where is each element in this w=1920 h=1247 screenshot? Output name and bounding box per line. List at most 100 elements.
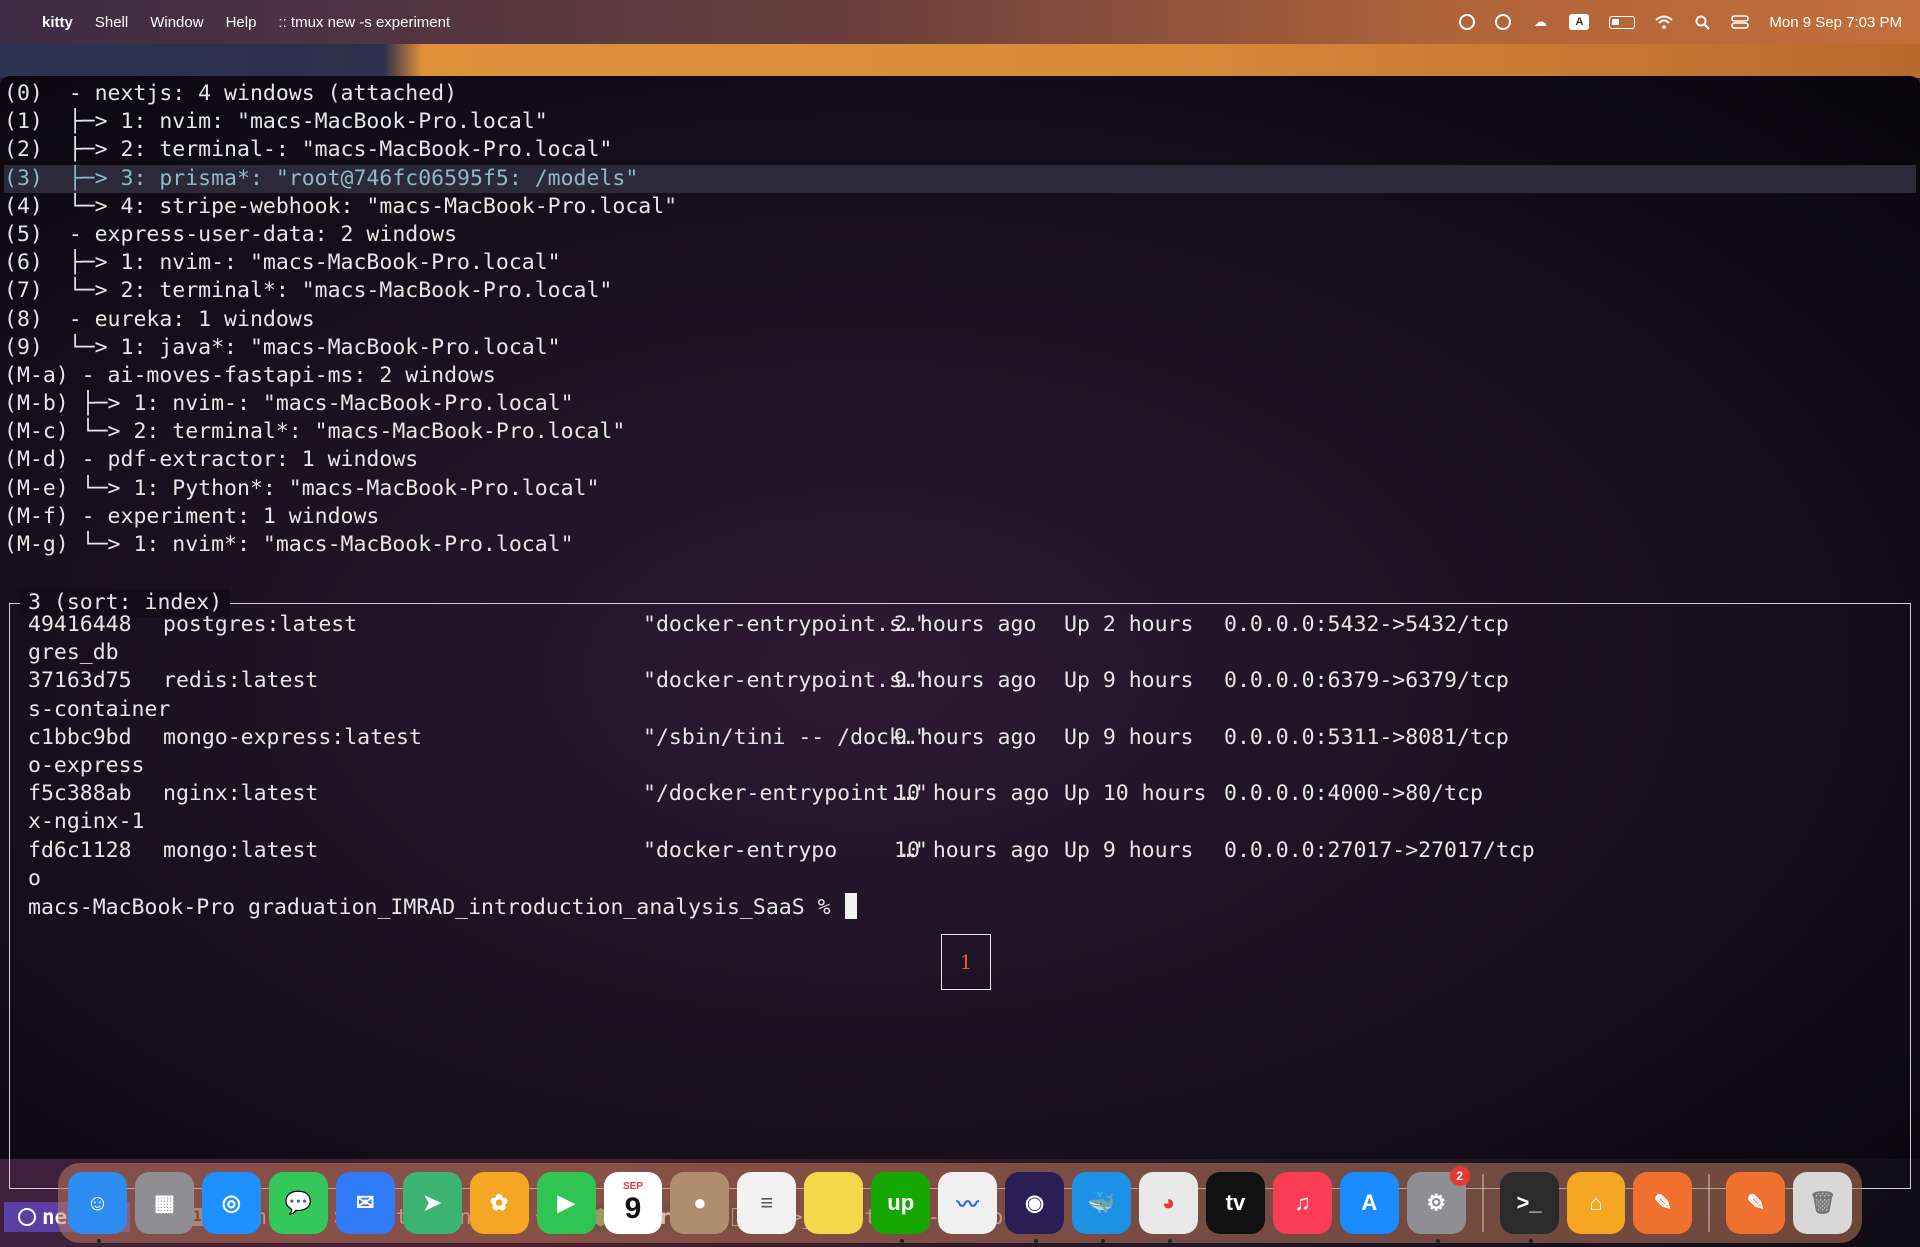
calendar-icon[interactable]: SEP 9 — [603, 1172, 663, 1234]
messages-icon[interactable]: 💬 — [268, 1172, 328, 1234]
container-created: 9 hours ago — [894, 724, 1037, 750]
container-image: mongo:latest — [163, 837, 319, 863]
dock: ☺ ▦ ◎ 💬 ✉ ➤ ✿ ▶ SEP 9 ● ≡ up 〰 ◉ 🐳 ◕ tv … — [58, 1163, 1862, 1243]
container-created: 10 hours ago — [894, 837, 1050, 863]
container-name-wrap: s-container — [28, 696, 171, 722]
app-menu-kitty[interactable]: kitty — [42, 14, 73, 31]
tree-item[interactable]: (M-g) └─> 1: nvim*: "macs-MacBook-Pro.lo… — [4, 531, 1916, 559]
input-source-icon[interactable]: A — [1569, 14, 1590, 30]
session-tree[interactable]: (0) - nextjs: 4 windows (attached) (1) ├─… — [4, 80, 1916, 559]
menu-shell[interactable]: Shell — [95, 14, 128, 31]
container-list: 49416448 postgres:latest "docker-entrypoin… — [28, 611, 1898, 921]
notes-icon[interactable] — [804, 1172, 864, 1234]
tree-item[interactable]: (M-a) - ai-moves-fastapi-ms: 2 windows — [4, 362, 1916, 390]
container-name-wrap: gres_db — [28, 640, 119, 666]
container-id: f5c388ab — [28, 781, 132, 807]
launchpad-icon[interactable]: ▦ — [134, 1172, 194, 1234]
container-image: postgres:latest — [163, 612, 358, 637]
maps-icon[interactable]: ➤ — [402, 1172, 462, 1234]
container-name-wrap: o-express — [28, 752, 145, 778]
container-id: fd6c1128 — [28, 837, 132, 863]
menu-bar: kitty Shell Window Help :: tmux new -s e… — [0, 0, 1920, 44]
trash-icon[interactable]: 🗑 — [1793, 1172, 1853, 1234]
container-ports: 0.0.0.0:5311->8081/tcp — [1224, 724, 1509, 750]
text-cursor — [845, 892, 858, 919]
kitty-terminal-icon[interactable]: >_ — [1499, 1172, 1559, 1243]
tree-item[interactable]: (5) - express-user-data: 2 windows — [4, 221, 1916, 249]
photos-icon[interactable]: ✿ — [469, 1172, 529, 1234]
tree-item[interactable]: (3) ├─> 3: prisma*: "root@746fc06595f5: … — [4, 164, 1916, 193]
tree-item[interactable]: (M-f) - experiment: 1 windows — [4, 503, 1916, 531]
apple-tv-icon[interactable]: tv — [1205, 1172, 1265, 1234]
shell-prompt-text: macs-MacBook-Pro graduation_IMRAD_introd… — [28, 894, 844, 920]
container-status: Up 10 hours — [1064, 781, 1207, 807]
shell-prompt[interactable]: macs-MacBook-Pro graduation_IMRAD_introd… — [28, 892, 1898, 921]
dock-separator — [1481, 1174, 1484, 1232]
mail-icon[interactable]: ✉ — [335, 1172, 395, 1234]
preview-pane: 3 (sort: index) 49416448 postgres:latest "… — [9, 589, 1911, 1189]
clock[interactable]: Mon 9 Sep 7:03 PM — [1769, 14, 1902, 31]
container-image: redis:latest — [163, 668, 319, 694]
container-command: "/sbin/tini -- /dock…" — [643, 724, 928, 750]
safari-icon[interactable]: ◎ — [201, 1172, 261, 1234]
wifi-icon[interactable] — [1655, 13, 1674, 31]
tree-item[interactable]: (8) - eureka: 1 windows — [4, 306, 1916, 334]
system-settings-icon[interactable]: ⚙ 2 — [1406, 1166, 1470, 1243]
pencil-app-icon[interactable]: ✎ — [1633, 1172, 1693, 1234]
session-ring-icon — [18, 1208, 36, 1226]
reminders-icon[interactable]: ≡ — [737, 1172, 797, 1234]
finder-icon[interactable]: ☺ — [68, 1172, 127, 1243]
chrome-icon[interactable]: ◕ — [1139, 1172, 1198, 1243]
container-image: mongo-express:latest — [163, 724, 422, 750]
upwork-label: up — [887, 1190, 915, 1215]
pencil-document-icon[interactable]: ✎ — [1726, 1172, 1786, 1234]
control-center-icon[interactable] — [1731, 13, 1750, 31]
container-status: Up 9 hours — [1064, 668, 1194, 694]
battery-icon[interactable] — [1609, 15, 1636, 29]
container-name-wrap: o — [28, 865, 41, 891]
contacts-icon[interactable]: ● — [670, 1172, 730, 1234]
upwork-status-icon[interactable] — [1459, 14, 1476, 30]
container-ports: 0.0.0.0:4000->80/tcp — [1224, 781, 1483, 807]
menu-help[interactable]: Help — [226, 14, 257, 31]
music-icon[interactable]: ♫ — [1272, 1172, 1332, 1234]
facetime-icon[interactable]: ▶ — [536, 1172, 596, 1234]
tree-item[interactable]: (M-e) └─> 1: Python*: "macs-MacBook-Pro.… — [4, 475, 1916, 503]
docker-icon[interactable]: 🐳 — [1072, 1172, 1131, 1243]
spotlight-search-icon[interactable] — [1693, 13, 1711, 31]
freeform-icon[interactable]: 〰 — [938, 1172, 998, 1234]
tree-item[interactable]: (6) ├─> 1: nvim-: "macs-MacBook-Pro.loca… — [4, 249, 1916, 277]
container-command: "docker-entrypoint.s…" — [643, 668, 928, 694]
container-id: 37163d75 — [28, 668, 132, 694]
tree-item[interactable]: (M-b) ├─> 1: nvim-: "macs-MacBook-Pro.lo… — [4, 390, 1916, 418]
tree-item[interactable]: (2) ├─> 2: terminal-: "macs-MacBook-Pro.… — [4, 136, 1916, 164]
tree-item[interactable]: (M-c) └─> 2: terminal*: "macs-MacBook-Pr… — [4, 418, 1916, 446]
cloud-sync-icon[interactable]: ☁ — [1531, 13, 1549, 31]
tree-item[interactable]: (9) └─> 1: java*: "macs-MacBook-Pro.loca… — [4, 334, 1916, 362]
terminal-window[interactable]: (0) - nextjs: 4 windows (attached) (1) ├─… — [0, 76, 1920, 1232]
menu-window[interactable]: Window — [150, 14, 203, 31]
window-title: :: tmux new -s experiment — [278, 13, 451, 31]
tree-item[interactable]: (M-d) - pdf-extractor: 1 windows — [4, 446, 1916, 474]
annotation-marker: 1 — [941, 934, 991, 990]
container-ports: 0.0.0.0:27017->27017/tcp — [1224, 837, 1535, 863]
container-ports: 0.0.0.0:5432->5432/tcp — [1224, 612, 1509, 637]
app-store-icon[interactable]: A — [1339, 1172, 1399, 1234]
tree-item[interactable]: (7) └─> 2: terminal*: "macs-MacBook-Pro.… — [4, 277, 1916, 305]
home-icon[interactable]: ⌂ — [1566, 1172, 1626, 1234]
obs-icon[interactable]: ◉ — [1005, 1172, 1065, 1243]
upwork-icon[interactable]: up — [871, 1172, 931, 1243]
calendar-month: SEP — [622, 1181, 643, 1192]
table-row: 49416448 postgres:latest "docker-entrypoin… — [28, 611, 1898, 639]
container-created: 9 hours ago — [894, 668, 1037, 694]
record-icon[interactable] — [1495, 14, 1512, 30]
dock-separator — [1708, 1174, 1711, 1232]
tree-item[interactable]: (4) └─> 4: stripe-webhook: "macs-MacBook… — [4, 193, 1916, 221]
tree-item[interactable]: (0) - nextjs: 4 windows (attached) — [4, 80, 1916, 108]
tree-item[interactable]: (1) ├─> 1: nvim: "macs-MacBook-Pro.local… — [4, 108, 1916, 136]
container-status: Up 9 hours — [1064, 837, 1194, 863]
container-ports: 0.0.0.0:6379->6379/tcp — [1224, 668, 1509, 694]
table-row: f5c388ab nginx:latest "/docker-entrypoint.… — [28, 780, 1898, 808]
container-status: Up 2 hours — [1064, 612, 1194, 637]
container-created: 2 hours ago — [894, 612, 1037, 637]
